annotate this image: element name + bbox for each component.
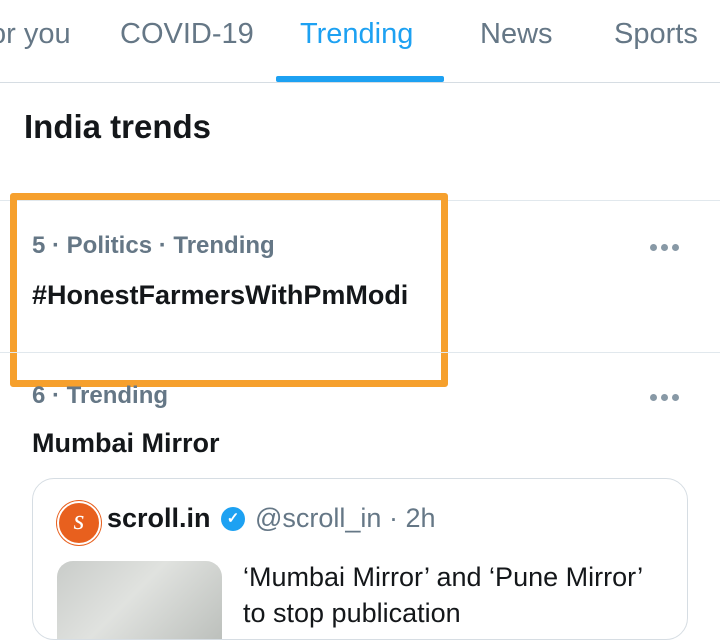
tweet-card[interactable]: s scroll.in ✓ @scroll_in · 2h ‘Mumbai Mi…	[32, 478, 688, 640]
tab-bar: or you COVID-19 Trending News Sports	[0, 0, 720, 83]
active-tab-indicator	[276, 76, 444, 82]
more-options-icon[interactable]	[650, 390, 680, 404]
trend-name: Mumbai Mirror	[32, 428, 220, 458]
verified-badge-icon: ✓	[221, 507, 245, 531]
account-handle-time: @scroll_in · 2h	[255, 503, 436, 533]
more-options-icon[interactable]	[650, 240, 680, 254]
highlight-box	[10, 193, 448, 387]
tab-news[interactable]: News	[480, 18, 553, 51]
account-name[interactable]: scroll.in	[107, 503, 211, 534]
tab-trending[interactable]: Trending	[300, 18, 413, 51]
tab-sports[interactable]: Sports	[614, 18, 698, 51]
avatar-letter: s	[73, 505, 85, 536]
section-title: India trends	[24, 108, 212, 145]
article-headline[interactable]: ‘Mumbai Mirror’ and ‘Pune Mirror’ to sto…	[243, 559, 663, 631]
avatar[interactable]: s	[57, 501, 101, 545]
article-thumbnail[interactable]	[57, 561, 222, 639]
divider	[0, 352, 720, 353]
tab-covid-19[interactable]: COVID-19	[120, 18, 254, 51]
trend-meta: 6 · Trending	[32, 382, 169, 409]
tab-for-you[interactable]: or you	[0, 18, 71, 51]
